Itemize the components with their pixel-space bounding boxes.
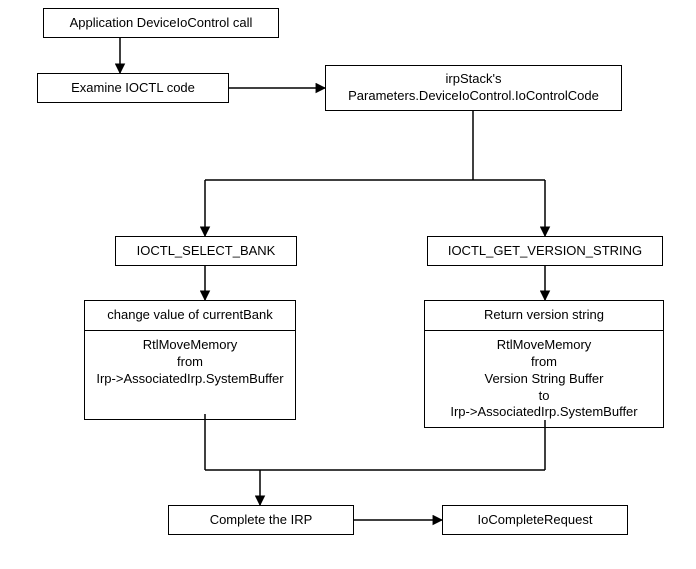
node-return-version-body: RtlMoveMemory from Version String Buffer…: [425, 330, 663, 427]
node-change-currentbank: change value of currentBank RtlMoveMemor…: [84, 300, 296, 420]
node-app-call: Application DeviceIoControl call: [43, 8, 279, 38]
node-examine-ioctl: Examine IOCTL code: [37, 73, 229, 103]
node-ioctl-get-version: IOCTL_GET_VERSION_STRING: [427, 236, 663, 266]
node-change-currentbank-body: RtlMoveMemory from Irp->AssociatedIrp.Sy…: [85, 330, 295, 419]
node-iocompleterequest: IoCompleteRequest: [442, 505, 628, 535]
node-return-version-title: Return version string: [425, 301, 663, 330]
node-return-version: Return version string RtlMoveMemory from…: [424, 300, 664, 428]
node-complete-irp: Complete the IRP: [168, 505, 354, 535]
node-change-currentbank-title: change value of currentBank: [85, 301, 295, 330]
node-irpstack: irpStack's Parameters.DeviceIoControl.Io…: [325, 65, 622, 111]
node-ioctl-select-bank: IOCTL_SELECT_BANK: [115, 236, 297, 266]
